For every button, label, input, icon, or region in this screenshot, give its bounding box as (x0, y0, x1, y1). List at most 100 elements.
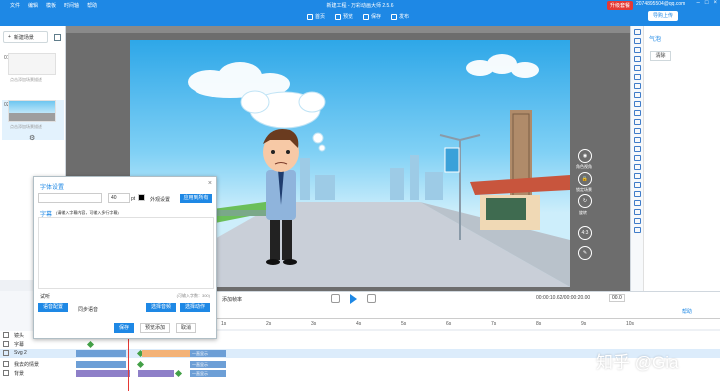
close-icon[interactable]: × (208, 180, 212, 187)
tool-icon[interactable] (634, 164, 641, 170)
menu-file[interactable]: 文件 (10, 2, 20, 9)
tool-icon[interactable] (634, 47, 641, 53)
scene-item-selected[interactable]: 02 点击添加场景描述 ⚙ (2, 100, 64, 142)
menu-template[interactable]: 模板 (46, 2, 56, 9)
save-button[interactable]: 保存 (363, 13, 381, 20)
tool-icon[interactable] (634, 182, 641, 188)
appearance-settings-link[interactable]: 外观设置 (150, 196, 170, 203)
home-label: 首页 (315, 14, 326, 20)
animation-segment[interactable] (138, 370, 174, 377)
subtitle-hint: (请输入字幕内容，可输入多行字幕) (56, 210, 119, 215)
subtitle-textarea[interactable] (38, 217, 214, 289)
font-size-select[interactable]: 40 (108, 193, 130, 203)
new-scene-button[interactable]: + 新建场景 (3, 31, 48, 43)
menu-help[interactable]: 帮助 (87, 2, 97, 9)
rotate-icon[interactable]: ↻ (578, 194, 592, 208)
sync-voice-checkbox[interactable]: 同步语音 (78, 306, 98, 313)
city-skyline (280, 155, 443, 200)
font-size-unit: pt (131, 196, 136, 202)
scene-description[interactable]: 点击添加场景描述 (10, 77, 42, 83)
keyframe[interactable] (174, 369, 183, 378)
tool-icon[interactable] (634, 137, 641, 143)
keyframe[interactable] (86, 340, 95, 349)
tool-icon[interactable] (634, 173, 641, 179)
tool-icon[interactable] (634, 227, 641, 233)
save-label: 保存 (371, 14, 382, 20)
help-link[interactable]: 帮助 (682, 308, 692, 315)
tool-icon[interactable] (634, 209, 641, 215)
home-button[interactable]: 首页 (307, 13, 325, 20)
preview-button[interactable]: 预览 (335, 13, 353, 20)
maximize-icon[interactable]: □ (705, 0, 709, 6)
play-icon[interactable] (350, 294, 357, 304)
tool-icon[interactable] (634, 119, 641, 125)
tool-icon[interactable] (634, 155, 641, 161)
tool-icon[interactable] (634, 83, 641, 89)
cancel-button[interactable]: 取消 (176, 323, 197, 333)
tool-icon[interactable] (634, 110, 641, 116)
scene-item[interactable]: 01 点击添加场景描述 (2, 53, 64, 89)
tick-label: 7s (491, 321, 497, 327)
upgrade-button[interactable]: 升级套餐 (607, 1, 634, 10)
brush-icon[interactable]: ✎ (578, 246, 592, 260)
tool-icon[interactable] (634, 56, 641, 62)
timeline-ruler: 帮助 1s 2s 3s 4s 5s 6s 7s 8s 9s 10s (216, 304, 720, 329)
menu-edit[interactable]: 编辑 (28, 2, 38, 9)
upload-button[interactable]: 导购上传 (648, 11, 678, 21)
apply-all-button[interactable]: 应用到所有 (180, 194, 212, 203)
copy-scene-icon[interactable] (54, 34, 61, 41)
minimize-icon[interactable]: – (697, 0, 700, 6)
new-scene-label: 新建场景 (13, 34, 34, 41)
keyframe[interactable] (136, 360, 145, 369)
tool-icon[interactable] (634, 218, 641, 224)
track-name: 镜头 (14, 333, 25, 339)
animation-segment[interactable] (76, 350, 126, 357)
tool-icon[interactable] (634, 74, 641, 80)
animation-segment[interactable] (76, 361, 126, 368)
add-frame-label[interactable]: 添加帧率 (222, 296, 242, 303)
time-readout: 00:00:10.62/00:00:20.00 (536, 295, 591, 301)
listen-button[interactable]: 试听 (40, 293, 50, 300)
user-email[interactable]: 2074895504@qq.com (636, 1, 685, 7)
font-color-swatch[interactable] (138, 194, 145, 201)
lock-icon[interactable]: 🔒 (578, 172, 592, 186)
select-action-button[interactable]: 选择动作 (180, 303, 210, 312)
next-icon[interactable] (367, 294, 376, 303)
select-audio-button[interactable]: 选择音频 (146, 303, 176, 312)
tool-icon[interactable] (634, 92, 641, 98)
animation-segment[interactable] (76, 370, 130, 377)
scene-description[interactable]: 点击添加场景描述 (10, 124, 42, 130)
aspect-ratio-button[interactable]: 4:3 (578, 226, 592, 240)
voice-config-button[interactable]: 语音配置 (38, 303, 68, 312)
svg-icon (3, 350, 9, 356)
tool-icon[interactable] (634, 200, 641, 206)
tool-icon[interactable] (634, 191, 641, 197)
always-show-segment[interactable]: 一直显示 (190, 361, 226, 368)
publish-button[interactable]: 发布 (391, 13, 409, 20)
always-show-segment[interactable]: 一直显示 (190, 370, 226, 377)
tick-label: 6s (446, 321, 452, 327)
close-icon[interactable]: × (713, 0, 717, 6)
tool-icon[interactable] (634, 128, 641, 134)
scene-thumbnail (8, 53, 56, 75)
title-bar: 文件 编辑 模板 时间轴 帮助 新建工程 - 万彩动画大师 2.5.6 升级套餐… (0, 0, 720, 10)
animation-segment[interactable] (142, 350, 190, 357)
tool-icon[interactable] (634, 29, 641, 35)
save-subtitle-button[interactable]: 保存 (114, 323, 135, 333)
tool-icon[interactable] (634, 38, 641, 44)
preview-label: 预览 (343, 14, 354, 20)
always-show-segment[interactable]: 一直显示 (190, 350, 226, 357)
view-icon[interactable]: ◉ (578, 149, 592, 163)
gear-icon[interactable]: ⚙ (29, 134, 35, 142)
scene-icon (3, 361, 9, 367)
font-select[interactable] (38, 193, 102, 203)
tool-icon[interactable] (634, 65, 641, 71)
char-limit: (可输入字数：300) (176, 293, 210, 298)
preview-add-button[interactable]: 预览添加 (140, 323, 171, 333)
menu-timeline[interactable]: 时间轴 (64, 2, 79, 9)
prev-icon[interactable] (331, 294, 340, 303)
tool-icon[interactable] (634, 146, 641, 152)
clear-button[interactable]: 清除 (650, 51, 671, 61)
zoom-field[interactable]: 00.0 (609, 294, 625, 302)
tool-icon[interactable] (634, 101, 641, 107)
